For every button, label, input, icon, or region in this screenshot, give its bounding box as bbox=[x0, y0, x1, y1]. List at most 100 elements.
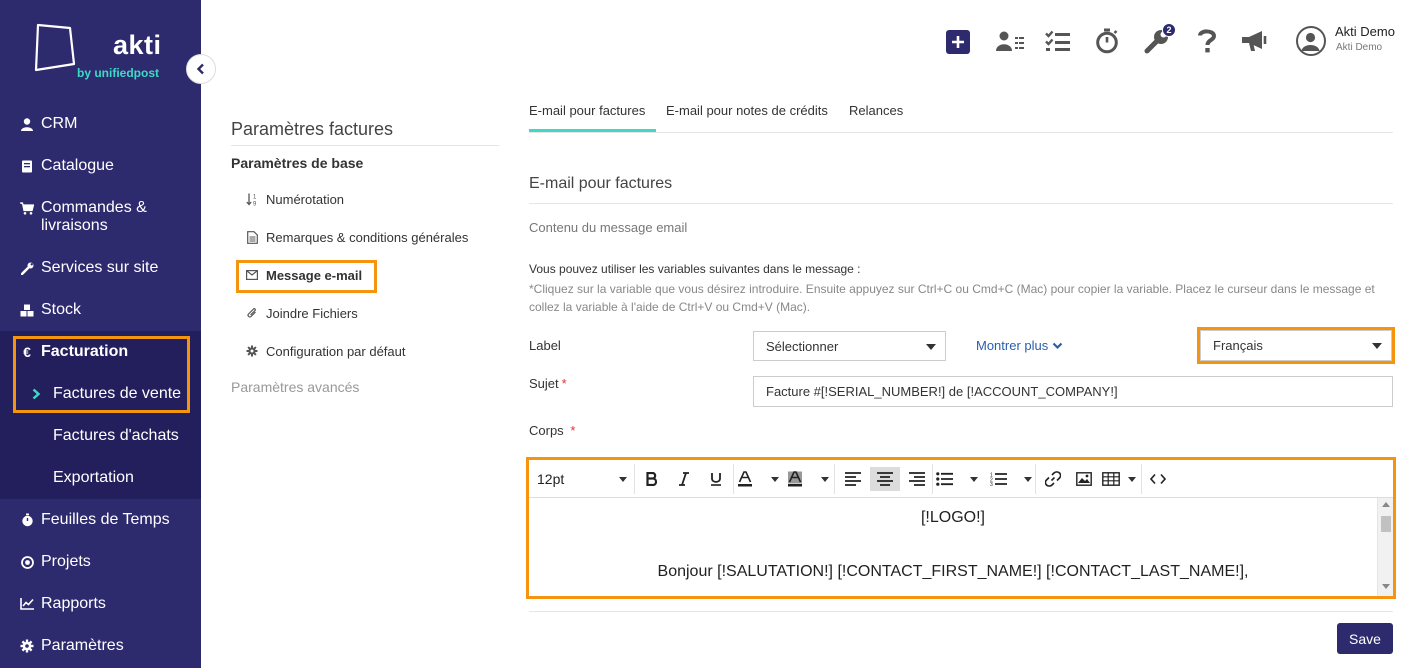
sidebar-item-label: Stock bbox=[41, 301, 82, 318]
user-avatar-icon bbox=[1301, 32, 1320, 51]
caret-down-icon bbox=[821, 476, 829, 482]
editor-scrollbar[interactable] bbox=[1377, 498, 1393, 596]
source-code-button[interactable] bbox=[1145, 467, 1171, 491]
label-field-label: Label bbox=[529, 338, 561, 353]
caret-down-icon bbox=[771, 476, 779, 482]
sidebar-item-commandes[interactable]: Commandes & livraisons bbox=[0, 191, 201, 245]
text-color-button[interactable] bbox=[737, 467, 779, 491]
background-color-button[interactable] bbox=[787, 467, 829, 491]
cubes-icon bbox=[20, 303, 34, 317]
sidebar-item-label: Projets bbox=[41, 553, 91, 570]
bold-button[interactable] bbox=[640, 467, 664, 491]
toolbar-divider bbox=[1141, 464, 1142, 494]
tab-email-notes-credits[interactable]: E-mail pour notes de crédits bbox=[666, 103, 828, 118]
sidebar-item-label: CRM bbox=[41, 115, 78, 132]
align-left-button[interactable] bbox=[839, 467, 867, 491]
sidebar-collapse-button[interactable] bbox=[186, 54, 216, 84]
font-size-value: 12pt bbox=[537, 471, 565, 487]
user-name[interactable]: Akti Demo bbox=[1335, 24, 1395, 39]
insert-table-button[interactable] bbox=[1102, 467, 1136, 491]
add-new-button[interactable] bbox=[946, 30, 970, 54]
cart-icon bbox=[20, 201, 34, 215]
highlight-message-email bbox=[236, 260, 377, 293]
sidebar-subitem-factures-achats[interactable]: Factures d'achats bbox=[0, 415, 201, 457]
sidebar-item-feuilles-temps[interactable]: Feuilles de Temps bbox=[0, 499, 201, 541]
settings-item-configuration[interactable]: Configuration par défaut bbox=[245, 340, 405, 362]
underline-button[interactable] bbox=[704, 467, 728, 491]
section-title: E-mail pour factures bbox=[529, 175, 673, 192]
table-icon bbox=[1102, 472, 1120, 486]
sidebar-item-projets[interactable]: Projets bbox=[0, 541, 201, 583]
numbered-list-button[interactable]: 123 bbox=[990, 467, 1032, 491]
settings-advanced-link[interactable]: Paramètres avancés bbox=[231, 379, 359, 395]
subject-input[interactable]: Facture #[!SERIAL_NUMBER!] de [!ACCOUNT_… bbox=[753, 376, 1393, 407]
euro-icon: € bbox=[23, 344, 31, 360]
rich-text-editor: 12pt 123 [!LOGO!] Bonjour [!SALUTATION!]… bbox=[526, 457, 1396, 599]
align-right-button[interactable] bbox=[903, 467, 931, 491]
show-more-link[interactable]: Montrer plus bbox=[976, 338, 1063, 353]
align-center-button[interactable] bbox=[870, 467, 900, 491]
font-size-select[interactable]: 12pt bbox=[537, 467, 627, 491]
caret-down-icon bbox=[619, 476, 627, 482]
user-company: Akti Demo bbox=[1336, 42, 1383, 53]
caret-down-icon bbox=[1128, 476, 1136, 482]
bullet-list-button[interactable] bbox=[936, 467, 978, 491]
timer-button[interactable] bbox=[1092, 26, 1122, 56]
insert-image-button[interactable] bbox=[1071, 467, 1097, 491]
numbered-list-icon: 123 bbox=[990, 473, 1007, 486]
stopwatch-icon bbox=[20, 513, 34, 527]
settings-item-remarques[interactable]: Remarques & conditions générales bbox=[245, 226, 468, 248]
sidebar-subitem-exportation[interactable]: Exportation bbox=[0, 457, 201, 499]
plus-icon bbox=[952, 36, 964, 48]
target-icon bbox=[20, 555, 34, 569]
image-icon bbox=[1076, 472, 1092, 486]
editor-content[interactable]: [!LOGO!] Bonjour [!SALUTATION!] [!CONTAC… bbox=[529, 498, 1377, 596]
sidebar-subitem-label: Factures de vente bbox=[53, 385, 182, 402]
sidebar-item-crm[interactable]: CRM bbox=[0, 103, 201, 145]
sidebar-item-services[interactable]: Services sur site bbox=[0, 247, 201, 289]
save-button[interactable]: Save bbox=[1337, 623, 1393, 654]
announcements-button[interactable] bbox=[1240, 26, 1270, 56]
caret-down-icon bbox=[970, 476, 978, 482]
sidebar-item-label: Commandes & livraisons bbox=[41, 199, 147, 234]
sidebar-subitem-factures-vente[interactable]: Factures de vente bbox=[0, 373, 201, 415]
highlight-language bbox=[1197, 327, 1395, 364]
gear-icon bbox=[20, 639, 34, 653]
tab-email-factures[interactable]: E-mail pour factures bbox=[529, 103, 645, 118]
toolbar-divider bbox=[733, 464, 734, 494]
paperclip-icon bbox=[245, 307, 259, 319]
sidebar-item-rapports[interactable]: Rapports bbox=[0, 583, 201, 625]
settings-item-joindre-fichiers[interactable]: Joindre Fichiers bbox=[245, 302, 358, 324]
logo[interactable]: akti by unifiedpost bbox=[0, 0, 201, 100]
italic-button[interactable] bbox=[672, 467, 696, 491]
settings-item-label: Joindre Fichiers bbox=[266, 305, 358, 321]
help-button[interactable] bbox=[1192, 26, 1222, 56]
tabs-divider bbox=[529, 132, 1393, 133]
text-color-icon bbox=[738, 471, 752, 487]
cog-icon bbox=[245, 345, 259, 357]
divider bbox=[231, 145, 499, 146]
sidebar-item-parametres[interactable]: Paramètres bbox=[0, 625, 201, 667]
sidebar-item-label: Rapports bbox=[41, 595, 106, 612]
active-tab-indicator bbox=[529, 129, 656, 132]
sidebar: akti by unifiedpost CRM Catalogue Comman… bbox=[0, 0, 201, 668]
avatar[interactable] bbox=[1296, 26, 1326, 56]
italic-icon bbox=[679, 472, 689, 486]
tasks-button[interactable] bbox=[1043, 26, 1073, 56]
sidebar-item-stock[interactable]: Stock bbox=[0, 289, 201, 331]
required-mark: * bbox=[561, 376, 567, 391]
insert-link-button[interactable] bbox=[1040, 467, 1066, 491]
sidebar-item-facturation[interactable]: € Facturation bbox=[0, 331, 201, 373]
scrollbar-thumb[interactable] bbox=[1381, 516, 1391, 532]
settings-item-label: Numérotation bbox=[266, 191, 345, 207]
align-right-icon bbox=[909, 472, 925, 486]
sidebar-item-catalogue[interactable]: Catalogue bbox=[0, 145, 201, 187]
scroll-down-icon bbox=[1382, 584, 1390, 589]
chevron-right-icon bbox=[32, 388, 46, 400]
contacts-list-button[interactable] bbox=[995, 26, 1025, 56]
link-icon bbox=[1045, 471, 1061, 487]
settings-item-numerotation[interactable]: 19 Numérotation bbox=[245, 188, 344, 210]
label-select[interactable]: Sélectionner bbox=[753, 331, 946, 361]
chevron-left-icon bbox=[196, 63, 204, 75]
tab-relances[interactable]: Relances bbox=[849, 103, 903, 118]
